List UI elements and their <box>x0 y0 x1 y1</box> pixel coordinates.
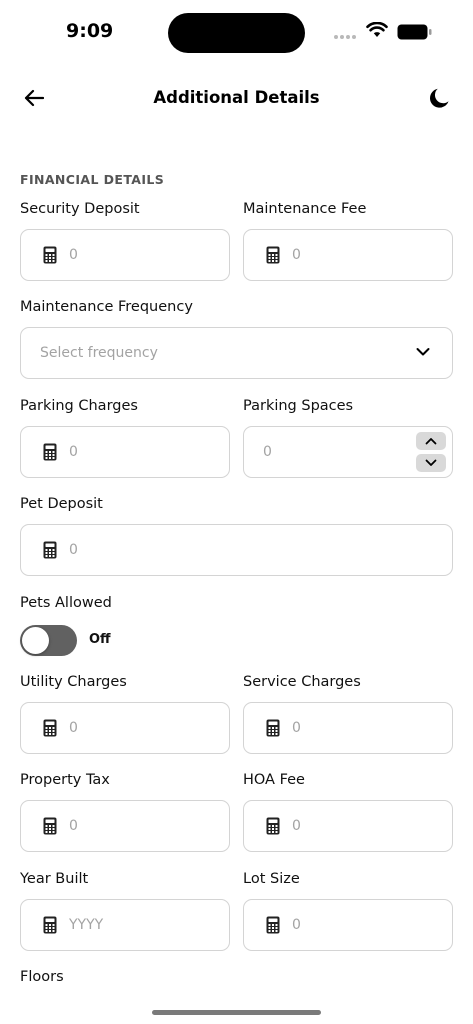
moon-icon <box>430 88 449 108</box>
floors-label: Floors <box>20 969 64 985</box>
lot-size-field[interactable]: 0 <box>243 899 453 951</box>
home-indicator[interactable] <box>152 1010 321 1015</box>
parking-charges-value: 0 <box>69 444 78 460</box>
cellular-signal-icon <box>334 35 356 39</box>
hoa-fee-value: 0 <box>292 818 301 834</box>
back-button[interactable] <box>18 82 50 114</box>
maintenance-fee-label: Maintenance Fee <box>243 201 367 217</box>
pets-allowed-label: Pets Allowed <box>20 595 112 611</box>
security-deposit-value: 0 <box>69 247 78 263</box>
parking-spaces-value: 0 <box>263 444 272 460</box>
property-tax-label: Property Tax <box>20 772 110 788</box>
parking-charges-field[interactable]: 0 <box>20 426 230 478</box>
service-charges-value: 0 <box>292 720 301 736</box>
toggle-knob <box>22 627 49 654</box>
page-title: Additional Details <box>153 88 320 107</box>
service-charges-label: Service Charges <box>243 674 361 690</box>
dynamic-island <box>168 13 305 53</box>
parking-spaces-label: Parking Spaces <box>243 398 354 414</box>
parking-spaces-stepper <box>416 432 446 472</box>
calculator-icon <box>43 916 57 934</box>
property-tax-value: 0 <box>69 818 78 834</box>
pet-deposit-value: 0 <box>69 542 78 558</box>
status-time: 9:09 <box>66 20 114 42</box>
year-built-field[interactable]: YYYY <box>20 899 230 951</box>
section-title-financial: FINANCIAL DETAILS <box>20 172 165 187</box>
year-built-label: Year Built <box>20 871 89 887</box>
utility-charges-value: 0 <box>69 720 78 736</box>
lot-size-label: Lot Size <box>243 871 300 887</box>
service-charges-field[interactable]: 0 <box>243 702 453 754</box>
arrow-left-icon <box>24 89 44 107</box>
battery-icon <box>397 24 432 40</box>
maintenance-fee-value: 0 <box>292 247 301 263</box>
maintenance-frequency-label: Maintenance Frequency <box>20 299 193 315</box>
status-bar: 9:09 <box>0 0 473 64</box>
calculator-icon <box>43 246 57 264</box>
chevron-down-icon <box>425 459 437 466</box>
calculator-icon <box>266 719 280 737</box>
security-deposit-field[interactable]: 0 <box>20 229 230 281</box>
stepper-increment-button[interactable] <box>416 432 446 450</box>
pets-allowed-state: Off <box>89 632 111 647</box>
hoa-fee-field[interactable]: 0 <box>243 800 453 852</box>
app-header: Additional Details <box>0 72 473 124</box>
chevron-down-icon <box>416 348 430 356</box>
calculator-icon <box>43 719 57 737</box>
parking-spaces-field[interactable]: 0 <box>243 426 453 478</box>
utility-charges-field[interactable]: 0 <box>20 702 230 754</box>
parking-charges-label: Parking Charges <box>20 398 138 414</box>
year-built-placeholder: YYYY <box>69 917 104 933</box>
calculator-icon <box>43 817 57 835</box>
calculator-icon <box>266 246 280 264</box>
stepper-decrement-button[interactable] <box>416 454 446 472</box>
utility-charges-label: Utility Charges <box>20 674 127 690</box>
property-tax-field[interactable]: 0 <box>20 800 230 852</box>
maintenance-frequency-placeholder: Select frequency <box>40 345 158 361</box>
security-deposit-label: Security Deposit <box>20 201 140 217</box>
lot-size-value: 0 <box>292 917 301 933</box>
theme-toggle-button[interactable] <box>424 82 456 114</box>
maintenance-frequency-select[interactable]: Select frequency <box>20 327 453 379</box>
chevron-up-icon <box>425 438 437 445</box>
pet-deposit-label: Pet Deposit <box>20 496 103 512</box>
pets-allowed-toggle[interactable] <box>20 625 77 656</box>
maintenance-fee-field[interactable]: 0 <box>243 229 453 281</box>
calculator-icon <box>43 443 57 461</box>
wifi-icon <box>366 22 388 37</box>
calculator-icon <box>266 916 280 934</box>
pet-deposit-field[interactable]: 0 <box>20 524 453 576</box>
calculator-icon <box>43 541 57 559</box>
hoa-fee-label: HOA Fee <box>243 772 305 788</box>
calculator-icon <box>266 817 280 835</box>
